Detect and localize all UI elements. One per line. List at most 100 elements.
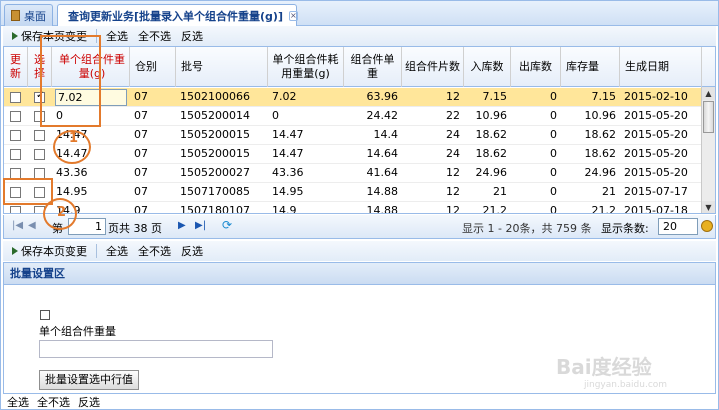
cell-date: 2015-05-20 [624,128,688,141]
column-out-qty-header[interactable]: 出库数 [511,47,561,87]
select-checkbox[interactable] [34,206,45,213]
cell-unit-weight: 14.88 [366,185,399,198]
column-unit-weight-header[interactable]: 组合件单重 [344,47,402,87]
batch-weight-input[interactable] [39,340,273,358]
annotation-number-2: 2 [57,205,67,220]
cell-weight[interactable]: 14.95 [52,183,130,202]
cell-weight[interactable]: 43.36 [52,164,130,183]
toolbar-separator [96,244,97,258]
column-used-weight-header[interactable]: 单个组合件耗用重量(g) [268,47,344,87]
select-none-button-2[interactable]: 全不选 [135,243,174,259]
next-page-icon[interactable]: ▶ [178,220,186,231]
select-checkbox[interactable] [34,90,45,103]
footer-links: 全选 全不选 反选 [3,395,716,409]
cell-weight[interactable]: 14.47 [52,126,130,145]
select-checkbox[interactable] [34,168,45,179]
data-grid: 更新 选择 单个组合件重量(g) 仓别 批号 单个组合件耗用重量(g) 组合件单重 组合件片数… [3,46,716,214]
cell-in-qty: 21.2 [482,204,508,214]
table-row[interactable]: 43.36 07 1505200027 43.36 41.64 12 24.96 0 24.96… [4,164,702,183]
cell-date: 2015-02-10 [624,90,688,103]
select-checkbox[interactable] [34,130,45,141]
select-checkbox[interactable] [34,187,45,198]
table-row[interactable]: 7.02 07 1502100066 7.02 63.96 12 7.15 0 7.15 2015… [4,88,702,107]
annotation-number-1: 1 [69,131,79,146]
update-checkbox[interactable] [10,92,21,103]
footer-select-all[interactable]: 全选 [7,395,29,409]
cell-unit-weight: 63.96 [366,90,399,103]
cell-stock: 21 [602,185,616,198]
column-warehouse-header[interactable]: 仓别 [130,47,176,87]
cell-unit-weight: 14.4 [373,128,399,141]
column-update-header[interactable]: 更新 [4,47,28,87]
table-row[interactable]: 0 07 1505200014 0 24.42 22 10.96 0 10.96 2015-05-… [4,107,702,126]
cell-stock: 21.2 [591,204,617,214]
cell-out-qty: 0 [550,90,557,103]
cell-stock: 18.62 [584,147,617,160]
prev-page-icon[interactable]: ◀ [28,220,36,231]
first-page-icon[interactable]: |◀ [12,220,23,231]
page-suffix: 页共 38 页 [108,222,162,235]
scroll-down-icon[interactable]: ▼ [702,201,715,213]
tab-active[interactable]: 查询更新业务[批量录入单个组合件重量(g)] × [57,4,298,27]
select-none-button[interactable]: 全不选 [135,28,174,44]
save-page-changes-button-2[interactable]: 保存本页变更 [9,243,90,259]
weight-edit-input[interactable]: 7.02 [55,89,127,106]
top-toolbar: 保存本页变更 全选 全不选 反选 [3,26,716,46]
cell-out-qty: 0 [550,147,557,160]
cell-weight[interactable]: 14.47 [52,145,130,164]
page-size-label: 显示条数: [601,222,649,235]
page-size-apply-icon[interactable] [701,220,713,232]
cell-pieces: 12 [446,185,460,198]
table-row[interactable]: 14.9 07 1507180107 14.9 14.88 12 21.2 0 21.2 2015… [4,202,702,214]
select-checkbox[interactable] [34,111,45,122]
select-all-button-2[interactable]: 全选 [103,243,131,259]
cell-in-qty: 18.62 [475,128,508,141]
cell-warehouse: 07 [134,185,148,198]
save-label-2: 保存本页变更 [21,245,87,258]
refresh-icon[interactable]: ⟳ [222,218,232,232]
cell-used-weight: 14.95 [272,185,304,198]
invert-selection-button[interactable]: 反选 [178,28,206,44]
update-checkbox[interactable] [10,168,21,179]
footer-invert[interactable]: 反选 [78,395,100,409]
update-checkbox[interactable] [10,130,21,141]
update-checkbox[interactable] [10,187,21,198]
batch-panel-title: 批量设置区 [4,263,715,285]
column-in-qty-header[interactable]: 入库数 [464,47,511,87]
vertical-scrollbar[interactable]: ▲ ▼ [701,87,715,213]
column-date-header[interactable]: 生成日期 [620,47,702,87]
select-all-button[interactable]: 全选 [103,28,131,44]
update-checkbox[interactable] [10,149,21,160]
column-pieces-header[interactable]: 组合件片数 [402,47,464,87]
column-select-header[interactable]: 选择 [28,47,52,87]
scroll-thumb[interactable] [703,101,714,133]
table-row[interactable]: 14.47 07 1505200015 14.47 14.4 24 18.62 0 18.62 2… [4,126,702,145]
tab-home[interactable]: 桌面 [4,4,53,26]
cell-in-qty: 18.62 [475,147,508,160]
update-checkbox[interactable] [10,206,21,213]
save-page-changes-button[interactable]: 保存本页变更 [9,28,90,44]
toolbar-separator [96,29,97,43]
column-batch-header[interactable]: 批号 [176,47,268,87]
table-row[interactable]: 14.95 07 1507170085 14.95 14.88 12 21 0 21 2015-0… [4,183,702,202]
cell-weight[interactable]: 0 [52,107,130,126]
select-checkbox[interactable] [34,149,45,160]
cell-date: 2015-07-17 [624,185,688,198]
cell-batch: 1502100066 [180,90,250,103]
scroll-up-icon[interactable]: ▲ [702,87,715,100]
page-size-input[interactable]: 20 [658,218,698,235]
cell-date: 2015-05-20 [624,147,688,160]
close-icon[interactable]: × [288,11,298,21]
invert-selection-button-2[interactable]: 反选 [178,243,206,259]
apply-batch-button[interactable]: 批量设置选中行值 [39,370,139,390]
column-weight-header[interactable]: 单个组合件重量(g) [52,47,130,87]
footer-select-none[interactable]: 全不选 [37,395,70,409]
page-number-input[interactable]: 1 [68,218,106,235]
last-page-icon[interactable]: ▶| [195,220,206,231]
batch-field-checkbox[interactable] [40,310,50,320]
column-stock-header[interactable]: 库存量 [561,47,620,87]
update-checkbox[interactable] [10,111,21,122]
cell-stock: 10.96 [584,109,617,122]
cell-warehouse: 07 [134,147,148,160]
table-row[interactable]: 14.47 07 1505200015 14.47 14.64 24 18.62 0 18.62… [4,145,702,164]
